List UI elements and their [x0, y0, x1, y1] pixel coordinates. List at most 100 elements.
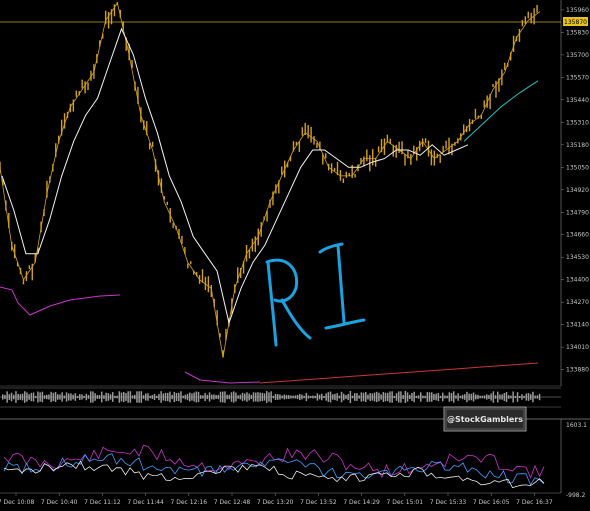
volume-bar — [472, 392, 475, 402]
volume-bar — [13, 394, 15, 400]
volume-bar — [481, 395, 484, 399]
volume-bar — [83, 395, 85, 399]
volume-bar — [424, 395, 426, 399]
volume-bar — [492, 391, 495, 403]
volume-bar — [338, 395, 341, 399]
volume-bar — [39, 392, 41, 402]
volume-bar — [182, 395, 184, 399]
price-tick-label: 135180 — [566, 142, 589, 149]
volume-bar — [107, 393, 110, 401]
volume-bar — [534, 395, 536, 399]
volume-bar — [123, 391, 125, 403]
volume-bar — [483, 395, 486, 399]
volume-bar — [505, 391, 508, 403]
volume-bar — [158, 393, 160, 401]
volume-bar — [105, 392, 107, 402]
volume-bar — [501, 394, 503, 400]
volume-bar — [395, 393, 398, 401]
volume-bar — [497, 391, 499, 403]
volume-bar — [393, 395, 396, 399]
price-tick-label: 134270 — [566, 299, 589, 306]
time-tick-label: 7 Dec 16:37 — [516, 499, 553, 506]
volume-bar — [230, 392, 233, 402]
volume-bar — [6, 391, 8, 403]
volume-bar — [94, 393, 96, 401]
volume-bar — [314, 395, 316, 399]
volume-bar — [321, 393, 323, 401]
volume-bar — [389, 391, 391, 403]
volume-bar — [160, 391, 162, 403]
volume-bar — [173, 391, 176, 403]
volume-bar — [222, 391, 224, 403]
volume-bar — [279, 394, 281, 400]
volume-bar — [426, 392, 429, 402]
volume-bar — [384, 392, 387, 402]
volume-bar — [63, 395, 66, 399]
volume-bar — [525, 393, 528, 401]
time-tick-label: 7 Dec 12:16 — [171, 499, 208, 506]
volume-bar — [35, 395, 37, 399]
volume-bar — [420, 392, 422, 402]
volume-bar — [96, 395, 99, 399]
volume-bar — [367, 394, 369, 400]
volume-bar — [345, 395, 347, 399]
volume-bar — [512, 391, 514, 403]
current-price-label: 135870 — [564, 19, 587, 26]
volume-bar — [371, 393, 374, 401]
volume-bar — [508, 395, 510, 399]
volume-bar — [72, 394, 74, 400]
volume-bar — [153, 393, 156, 401]
volume-bar — [70, 393, 72, 401]
volume-bar — [277, 394, 279, 400]
volume-bar — [184, 394, 187, 400]
volume-bar — [290, 395, 292, 399]
time-tick-label: 7 Dec 12:48 — [214, 499, 251, 506]
volume-bar — [325, 393, 327, 401]
volume-bar — [26, 392, 28, 402]
volume-bar — [32, 392, 35, 402]
volume-bar — [296, 394, 299, 400]
volume-bar — [145, 393, 147, 401]
time-tick-label: 7 Dec 16:05 — [473, 499, 510, 506]
volume-bar — [470, 393, 473, 401]
volume-bar — [409, 394, 411, 400]
volume-bar — [362, 392, 365, 402]
time-tick-label: 7 Dec 13:20 — [257, 499, 294, 506]
volume-bar — [398, 391, 400, 403]
volume-bar — [193, 392, 195, 402]
volume-bar — [455, 395, 457, 399]
time-tick-label: 7 Dec 11:12 — [84, 499, 121, 506]
volume-bar — [468, 393, 470, 401]
volume-bar — [68, 393, 70, 401]
volume-bar — [204, 392, 206, 402]
volume-bar — [250, 394, 253, 400]
volume-bar — [343, 393, 345, 401]
volume-bar — [259, 392, 261, 402]
volume-bar — [151, 395, 154, 399]
volume-bar — [274, 393, 277, 401]
volume-bar — [406, 392, 409, 402]
volume-bar — [312, 395, 314, 399]
price-tick-label: 135700 — [566, 52, 589, 59]
volume-bar — [294, 395, 297, 399]
volume-bar — [446, 395, 448, 399]
volume-bar — [48, 394, 50, 400]
volume-bar — [310, 395, 312, 399]
volume-bar — [431, 392, 433, 402]
volume-bar — [103, 395, 105, 399]
volume-bar — [450, 392, 453, 402]
volume-bar — [411, 393, 413, 401]
volume-bar — [162, 393, 165, 401]
volume-bar — [8, 394, 11, 400]
volume-bar — [202, 395, 204, 399]
volume-bar — [464, 394, 466, 400]
volume-bar — [41, 391, 44, 403]
volume-bar — [457, 393, 459, 401]
volume-bar — [332, 394, 334, 400]
price-tick-label: 134400 — [566, 277, 589, 284]
price-tick-label: 135830 — [566, 29, 589, 36]
volume-bar — [490, 393, 492, 401]
volume-bar — [244, 393, 246, 401]
volume-bar — [519, 395, 521, 399]
volume-bar — [101, 391, 103, 403]
